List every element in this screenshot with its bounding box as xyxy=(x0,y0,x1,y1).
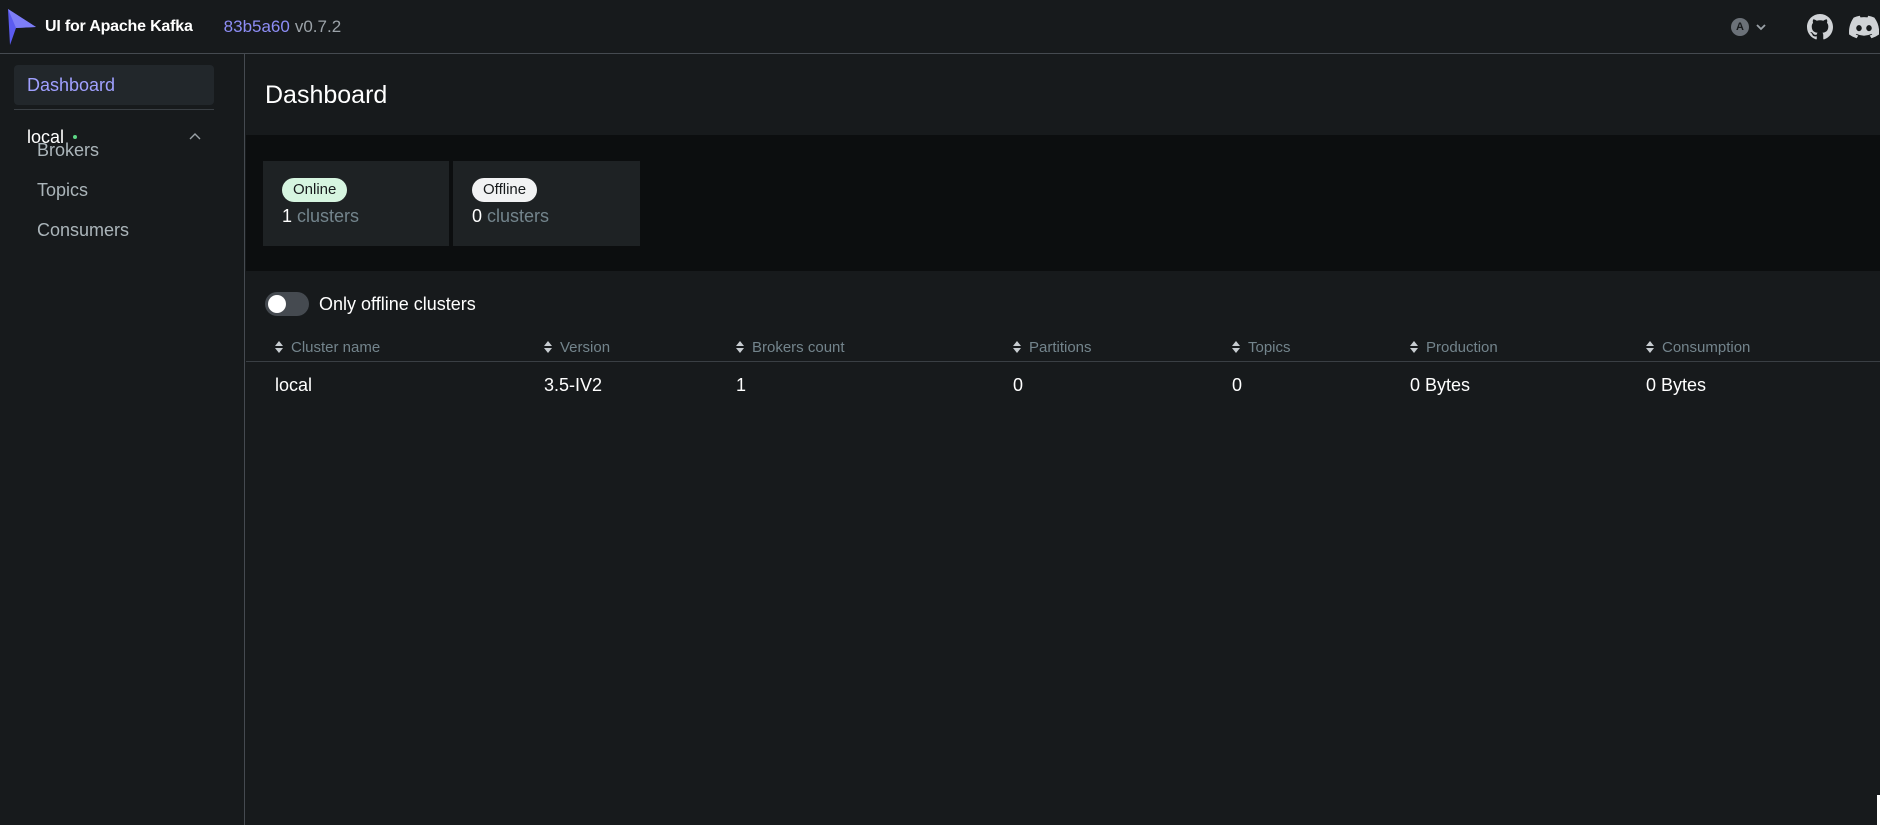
column-label: Brokers count xyxy=(752,338,845,356)
column-label: Production xyxy=(1426,338,1498,356)
only-offline-label: Only offline clusters xyxy=(319,293,476,314)
column-header-consumption[interactable]: Consumption xyxy=(1646,332,1750,362)
sort-icon xyxy=(1013,341,1021,353)
sort-icon xyxy=(1410,341,1418,353)
offline-filter-row: Only offline clusters xyxy=(265,291,476,317)
metrics-section: Online 1 clusters Offline 0 clusters xyxy=(246,135,1880,271)
app-title: UI for Apache Kafka xyxy=(45,17,193,35)
column-label: Partitions xyxy=(1029,338,1092,356)
sidebar-item-dashboard[interactable]: Dashboard xyxy=(14,65,214,105)
column-header-partitions[interactable]: Partitions xyxy=(1013,332,1092,362)
sort-icon xyxy=(1646,341,1654,353)
sort-icon xyxy=(736,341,744,353)
main-content: Dashboard Online 1 clusters Offline 0 clus… xyxy=(246,55,1880,825)
cell-brokers-count: 1 xyxy=(736,375,747,395)
clusters-table-header: Cluster name Version Brokers count Parti… xyxy=(246,332,1880,362)
cell-cluster-name[interactable]: local xyxy=(275,362,312,408)
cell-consumption: 0 Bytes xyxy=(1646,375,1707,395)
column-label: Consumption xyxy=(1662,338,1751,356)
offline-clusters-value: 0 clusters xyxy=(472,206,640,227)
column-label: Cluster name xyxy=(291,338,381,356)
chevron-down-icon xyxy=(1756,24,1766,31)
sort-icon xyxy=(544,341,552,353)
commit-hash-link[interactable]: 83b5a60 xyxy=(224,17,290,36)
sidebar-item-topics[interactable]: Topics xyxy=(37,175,207,205)
sort-icon xyxy=(275,341,283,353)
only-offline-toggle[interactable] xyxy=(265,292,309,316)
language-icon: A xyxy=(1731,18,1749,36)
logo-link[interactable]: UI for Apache Kafka xyxy=(0,0,193,54)
column-header-brokers-count[interactable]: Brokers count xyxy=(736,332,845,362)
column-header-cluster-name[interactable]: Cluster name xyxy=(275,332,380,362)
sidebar-item-consumers[interactable]: Consumers xyxy=(37,215,207,245)
top-navbar: UI for Apache Kafka 83b5a60 v0.7.2 A xyxy=(0,0,1880,54)
github-icon[interactable] xyxy=(1807,14,1833,40)
online-count: 1 xyxy=(282,206,293,226)
sidebar-divider xyxy=(14,109,214,110)
offline-badge: Offline xyxy=(472,178,538,202)
offline-count: 0 xyxy=(472,206,483,226)
sidebar: Dashboard local Brokers Topics Consumers xyxy=(0,54,245,825)
sort-icon xyxy=(1232,341,1240,353)
online-badge: Online xyxy=(282,178,348,202)
online-clusters-value: 1 clusters xyxy=(282,206,449,227)
version-label: v0.7.2 xyxy=(294,16,342,36)
cell-production: 0 Bytes xyxy=(1410,375,1471,395)
column-label: Version xyxy=(560,338,611,356)
column-header-production[interactable]: Production xyxy=(1410,332,1498,362)
toggle-knob xyxy=(268,295,286,313)
table-row: local 3.5-IV2 1 0 0 0 Bytes 0 Bytes xyxy=(246,362,1880,408)
online-unit: clusters xyxy=(297,206,360,226)
language-selector[interactable]: A xyxy=(1731,18,1767,36)
discord-icon[interactable] xyxy=(1849,14,1879,40)
cell-topics: 0 xyxy=(1232,375,1243,395)
metric-card-online: Online 1 clusters xyxy=(263,161,449,246)
version-info: 83b5a60 v0.7.2 xyxy=(224,17,342,37)
column-header-version[interactable]: Version xyxy=(544,332,610,362)
column-label: Topics xyxy=(1248,338,1291,356)
page-title: Dashboard xyxy=(265,81,388,109)
offline-unit: clusters xyxy=(487,206,550,226)
cell-partitions: 0 xyxy=(1013,375,1024,395)
metric-card-offline: Offline 0 clusters xyxy=(453,161,640,246)
column-header-topics[interactable]: Topics xyxy=(1232,332,1291,362)
sidebar-item-brokers[interactable]: Brokers xyxy=(37,135,207,165)
kafka-logo-icon xyxy=(8,8,36,45)
cell-version: 3.5-IV2 xyxy=(544,375,603,395)
